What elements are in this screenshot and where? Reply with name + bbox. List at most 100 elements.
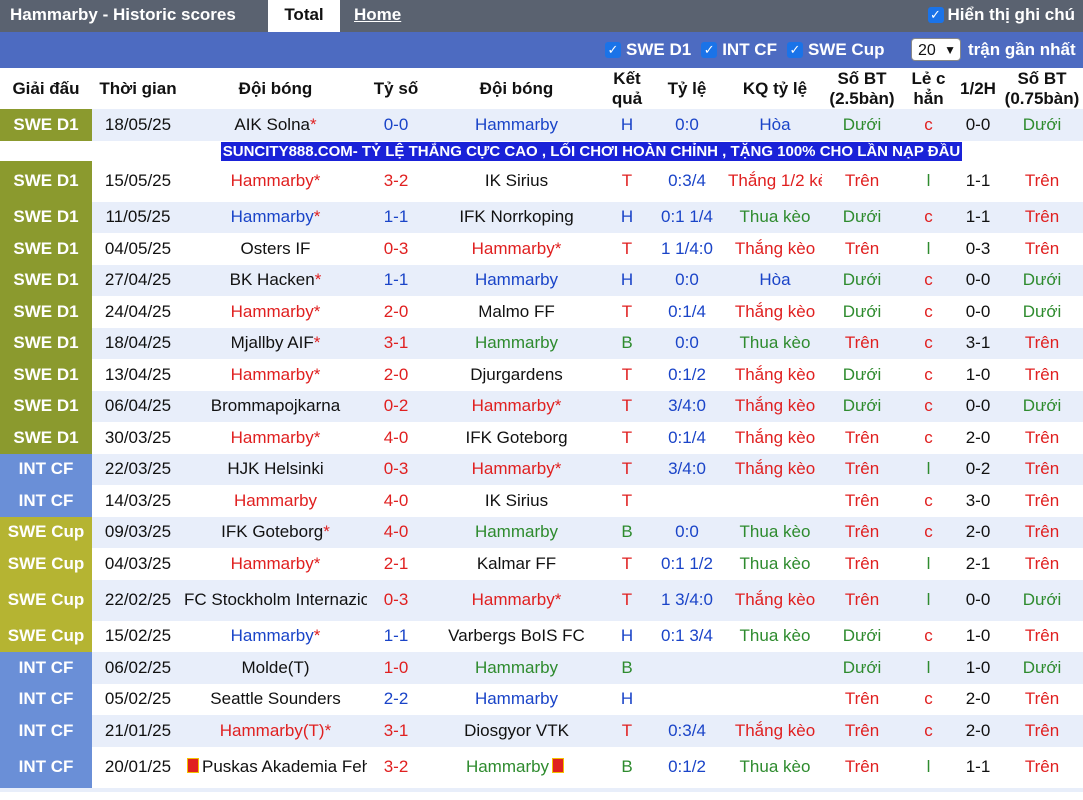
ad-banner-cell[interactable]: SUNCITY888.COM- TỶ LỆ THẮNG CỰC CAO , LỐ… bbox=[0, 140, 1083, 161]
score-cell[interactable]: 0-3 bbox=[367, 233, 425, 265]
score-cell[interactable]: 2-0 bbox=[367, 359, 425, 391]
score-cell[interactable]: 3-2 bbox=[367, 160, 425, 202]
home-team-cell[interactable]: Hammarby* bbox=[184, 620, 367, 652]
checkbox-icon[interactable]: ✓ bbox=[701, 42, 718, 58]
away-team-cell[interactable]: Hammarby bbox=[425, 516, 608, 548]
table-row[interactable]: SWE Cup 22/02/25 FC Stockholm Internaziona… bbox=[0, 579, 1083, 621]
tab-home[interactable]: Home bbox=[354, 5, 401, 25]
away-team-cell[interactable]: Malmo FF bbox=[425, 296, 608, 328]
home-team-cell[interactable]: Molde(T) bbox=[184, 652, 367, 684]
table-row[interactable]: SWE D1 27/04/25 BK Hacken* 1-1 Hammarby H 0:0 H… bbox=[0, 264, 1083, 296]
home-team-cell[interactable]: Hammarby* bbox=[184, 201, 367, 233]
show-notes-toggle[interactable]: ✓ Hiển thị ghi chú bbox=[927, 5, 1075, 25]
home-team-cell[interactable]: Brommapojkarna bbox=[184, 390, 367, 422]
home-team-cell[interactable]: Hammarby(T)* bbox=[184, 715, 367, 747]
filter-swe-d1[interactable]: ✓ SWE D1 bbox=[605, 40, 691, 60]
away-team-cell[interactable]: Hammarby bbox=[425, 746, 608, 788]
score-cell[interactable]: 1-1 bbox=[367, 620, 425, 652]
odds-cell bbox=[646, 652, 728, 684]
match-count-select[interactable]: 20 ▼ bbox=[911, 38, 961, 61]
away-team-cell[interactable]: IFK Goteborg bbox=[425, 422, 608, 454]
away-team-cell[interactable]: Diosgyor VTK bbox=[425, 715, 608, 747]
home-team-cell[interactable]: FC Stockholm Internazionale bbox=[184, 579, 367, 621]
score-cell[interactable]: 2-1 bbox=[367, 548, 425, 580]
score-cell[interactable]: 2-0 bbox=[367, 296, 425, 328]
score-cell[interactable]: 4-0 bbox=[367, 485, 425, 517]
away-team-cell[interactable]: Hammarby bbox=[425, 652, 608, 684]
odd-even-value: c bbox=[924, 301, 933, 321]
checkbox-icon[interactable]: ✓ bbox=[605, 42, 621, 58]
score-cell[interactable]: 1-0 bbox=[367, 652, 425, 684]
score-cell[interactable]: 2-2 bbox=[367, 683, 425, 715]
league-cell: INT CF bbox=[0, 746, 92, 788]
score-cell[interactable]: 0-2 bbox=[367, 390, 425, 422]
home-team-cell[interactable]: BK Hacken* bbox=[184, 264, 367, 296]
home-team-cell[interactable]: Hammarby* bbox=[184, 160, 367, 202]
home-team-cell[interactable]: Hammarby* bbox=[184, 548, 367, 580]
home-team-cell[interactable]: IFK Goteborg* bbox=[184, 516, 367, 548]
away-team-cell[interactable]: Hammarby bbox=[425, 683, 608, 715]
away-team-cell[interactable]: Djurgardens bbox=[425, 359, 608, 391]
home-team-cell[interactable]: Mjallby AIF* bbox=[184, 327, 367, 359]
score-cell[interactable]: 0-3 bbox=[367, 453, 425, 485]
table-row[interactable]: INT CF 20/01/25 Puskas Akademia Fehervar 3-… bbox=[0, 746, 1083, 788]
table-row[interactable]: SWE D1 18/04/25 Mjallby AIF* 3-1 Hammarby B 0:… bbox=[0, 327, 1083, 359]
table-row[interactable]: INT CF 14/03/25 Hammarby 4-0 IK Sirius T Trên c… bbox=[0, 485, 1083, 517]
score-cell[interactable]: 1-1 bbox=[367, 264, 425, 296]
ad-banner-row[interactable]: SUNCITY888.COM- TỶ LỆ THẮNG CỰC CAO , LỐ… bbox=[0, 140, 1083, 161]
date-cell: 22/03/25 bbox=[92, 453, 184, 485]
score-cell[interactable]: 0-3 bbox=[367, 579, 425, 621]
odds-result-cell: Thua kèo bbox=[728, 516, 822, 548]
table-row[interactable]: SWE Cup 04/03/25 Hammarby* 2-1 Kalmar FF T 0:1… bbox=[0, 548, 1083, 580]
score-cell[interactable]: 0-0 bbox=[367, 109, 425, 141]
home-team-cell[interactable]: Osters IF bbox=[184, 233, 367, 265]
away-team-cell[interactable]: Kalmar FF bbox=[425, 548, 608, 580]
away-team-cell[interactable]: Varbergs BoIS FC bbox=[425, 620, 608, 652]
home-team-cell[interactable]: Puskas Akademia Fehervar bbox=[184, 746, 367, 788]
away-team-cell[interactable]: Hammarby* bbox=[425, 453, 608, 485]
home-team-cell[interactable]: HJK Helsinki bbox=[184, 453, 367, 485]
table-row[interactable]: SWE Cup 15/02/25 Hammarby* 1-1 Varbergs BoIS… bbox=[0, 620, 1083, 652]
away-team-cell[interactable]: IK Sirius bbox=[425, 485, 608, 517]
score-cell[interactable]: 4-0 bbox=[367, 422, 425, 454]
away-team-cell[interactable]: Hammarby bbox=[425, 327, 608, 359]
table-row[interactable]: INT CF 06/02/25 Molde(T) 1-0 Hammarby B Dưới l 1… bbox=[0, 652, 1083, 684]
score-cell[interactable]: 4-0 bbox=[367, 516, 425, 548]
away-team-cell[interactable]: Hammarby* bbox=[425, 579, 608, 621]
table-row[interactable]: SWE D1 18/05/25 AIK Solna* 0-0 Hammarby H 0:0 H… bbox=[0, 109, 1083, 141]
away-team-cell[interactable]: Hammarby bbox=[425, 264, 608, 296]
home-team-cell[interactable]: Hammarby* bbox=[184, 359, 367, 391]
table-row[interactable]: INT CF 22/03/25 HJK Helsinki 0-3 Hammarby* T 3… bbox=[0, 453, 1083, 485]
ad-banner[interactable]: SUNCITY888.COM- TỶ LỆ THẮNG CỰC CAO , LỐ… bbox=[220, 141, 963, 161]
checkbox-icon[interactable]: ✓ bbox=[786, 42, 803, 58]
away-team-cell[interactable]: Hammarby bbox=[425, 109, 608, 141]
filter-int-cf[interactable]: ✓ INT CF bbox=[701, 40, 777, 60]
score-cell[interactable]: 3-2 bbox=[367, 746, 425, 788]
score-cell[interactable]: 1-1 bbox=[367, 201, 425, 233]
score-cell[interactable]: 3-1 bbox=[367, 715, 425, 747]
table-row[interactable]: SWE D1 24/04/25 Hammarby* 2-0 Malmo FF T 0:1/4… bbox=[0, 296, 1083, 328]
filter-swe-cup[interactable]: ✓ SWE Cup bbox=[786, 40, 884, 60]
home-team-cell[interactable]: Hammarby* bbox=[184, 422, 367, 454]
table-row[interactable]: SWE D1 04/05/25 Osters IF 0-3 Hammarby* T 1 1/… bbox=[0, 233, 1083, 265]
away-team-cell[interactable]: IFK Norrkoping bbox=[425, 201, 608, 233]
tab-total[interactable]: Total bbox=[268, 0, 340, 32]
table-row[interactable]: INT CF 05/02/25 Seattle Sounders 2-2 Hammarb… bbox=[0, 683, 1083, 715]
checkbox-icon[interactable]: ✓ bbox=[927, 7, 944, 23]
table-row[interactable]: SWE D1 06/04/25 Brommapojkarna 0-2 Hammarby*… bbox=[0, 390, 1083, 422]
home-team-cell[interactable]: AIK Solna* bbox=[184, 109, 367, 141]
table-row[interactable]: SWE D1 13/04/25 Hammarby* 2-0 Djurgardens T 0:… bbox=[0, 359, 1083, 391]
home-team-cell[interactable]: Hammarby* bbox=[184, 296, 367, 328]
table-row[interactable]: SWE Cup 09/03/25 IFK Goteborg* 4-0 Hammarby B… bbox=[0, 516, 1083, 548]
score-cell[interactable]: 3-1 bbox=[367, 327, 425, 359]
away-team-cell[interactable]: Hammarby* bbox=[425, 233, 608, 265]
table-row[interactable]: SWE D1 30/03/25 Hammarby* 4-0 IFK Goteborg T 0… bbox=[0, 422, 1083, 454]
home-team-cell[interactable]: Hammarby bbox=[184, 485, 367, 517]
away-team-cell[interactable]: IK Sirius bbox=[425, 160, 608, 202]
home-team-cell[interactable]: Seattle Sounders bbox=[184, 683, 367, 715]
table-row[interactable]: SWE D1 11/05/25 Hammarby* 1-1 IFK Norrkoping… bbox=[0, 201, 1083, 233]
table-row[interactable]: INT CF 21/01/25 Hammarby(T)* 3-1 Diosgyor VT… bbox=[0, 715, 1083, 747]
away-team-cell[interactable]: Hammarby* bbox=[425, 390, 608, 422]
table-row[interactable]: SWE D1 15/05/25 Hammarby* 3-2 IK Sirius T 0:3/… bbox=[0, 160, 1083, 202]
odds-result-cell bbox=[728, 652, 822, 684]
